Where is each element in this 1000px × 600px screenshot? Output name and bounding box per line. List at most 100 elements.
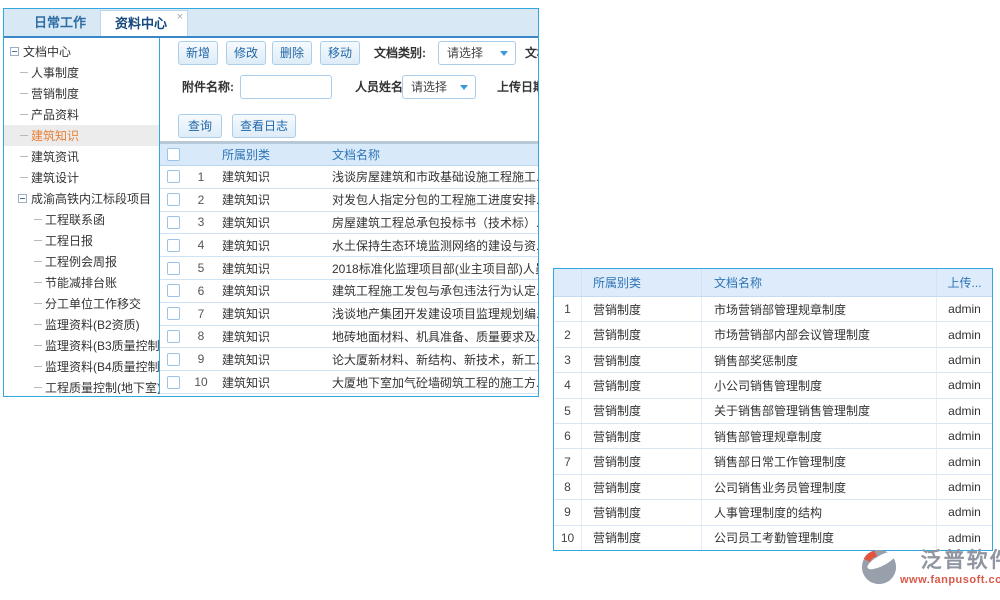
add-button[interactable]: 新增 xyxy=(178,41,218,65)
tree-node-energy-ledger[interactable]: 节能减排台账 xyxy=(4,272,159,293)
tree-node-label: 成渝高铁内江标段项目 xyxy=(31,190,151,207)
row-checkbox[interactable] xyxy=(167,193,180,206)
fanpu-logo: 泛普软件 www.fanpusoft.com xyxy=(860,548,1000,586)
tree-line xyxy=(20,135,28,136)
tree-node-building-design[interactable]: 建筑设计 xyxy=(4,167,159,188)
tab-bar: 日常工作 资料中心 × xyxy=(4,9,538,38)
tab-daily-work[interactable]: 日常工作 xyxy=(20,10,100,36)
tree-node-label: 建筑设计 xyxy=(31,169,79,186)
attachment-name-input[interactable] xyxy=(240,75,332,99)
tree-node-supervision-b2[interactable]: 监理资料(B2资质) xyxy=(4,314,159,335)
table-row[interactable]: 8 营销制度 公司销售业务员管理制度 admin xyxy=(554,475,992,500)
row-checkbox[interactable] xyxy=(167,239,180,252)
row-checkbox[interactable] xyxy=(167,284,180,297)
table-row[interactable]: 8 建筑知识 地砖地面材料、机具准备、质量要求及... xyxy=(160,326,538,349)
row-checkbox[interactable] xyxy=(167,216,180,229)
tree-node-work-transfer[interactable]: 分工单位工作移交 xyxy=(4,293,159,314)
row-checkbox[interactable] xyxy=(167,262,180,275)
delete-button[interactable]: 删除 xyxy=(272,41,312,65)
table-row[interactable]: 6 建筑知识 建筑工程施工发包与承包违法行为认定... xyxy=(160,280,538,303)
row-checkbox[interactable] xyxy=(167,330,180,343)
row-checkbox[interactable] xyxy=(167,353,180,366)
table-row[interactable]: 2 营销制度 市场营销部内部会议管理制度 admin xyxy=(554,322,992,347)
tree-node-weekly-meeting[interactable]: 工程例会周报 xyxy=(4,251,159,272)
tree-line xyxy=(34,219,42,220)
tree-node-label: 工程联系函 xyxy=(45,211,105,228)
tree-node-building-news[interactable]: 建筑资讯 xyxy=(4,146,159,167)
tree-node-label: 产品资料 xyxy=(31,106,79,123)
table-row[interactable]: 3 建筑知识 房屋建筑工程总承包投标书（技术标）... xyxy=(160,212,538,235)
collapse-icon[interactable] xyxy=(18,194,27,203)
brand-site: www.fanpusoft.com xyxy=(900,574,1000,586)
tree-node-label: 分工单位工作移交 xyxy=(45,295,141,312)
view-log-button[interactable]: 查看日志 xyxy=(232,114,296,138)
screen: 日常工作 资料中心 × 文档中心 人事制度 营销制度 xyxy=(0,0,1000,600)
col-index xyxy=(554,269,582,296)
tree-line xyxy=(34,366,42,367)
tab-data-center[interactable]: 资料中心 × xyxy=(100,10,188,36)
table-row[interactable]: 7 建筑知识 浅谈地产集团开发建设项目监理规划编... xyxy=(160,303,538,326)
fanpu-logo-icon xyxy=(860,548,898,586)
table-row[interactable]: 5 建筑知识 2018标准化监理项目部(业主项目部)人员... xyxy=(160,257,538,280)
tree-node-doc-center[interactable]: 文档中心 xyxy=(4,41,159,62)
doc-category-select[interactable]: 请选择 xyxy=(438,41,516,65)
brand-name: 泛普软件 xyxy=(921,548,1000,574)
table-row[interactable]: 3 营销制度 销售部奖惩制度 admin xyxy=(554,348,992,373)
document-table: 所属别类 文档名称 1 建筑知识 浅谈房屋建筑和市政基础设施工程施工... 2 … xyxy=(160,141,538,394)
tree-node-label: 监理资料(B2资质) xyxy=(45,316,140,333)
edit-button[interactable]: 修改 xyxy=(226,41,266,65)
collapse-icon[interactable] xyxy=(10,47,19,56)
tree-node-label: 工程质量控制(地下室) xyxy=(45,379,160,394)
tree-node-label: 工程日报 xyxy=(45,232,93,249)
table-row[interactable]: 1 建筑知识 浅谈房屋建筑和市政基础设施工程施工... xyxy=(160,166,538,189)
tree-node-quality-basement[interactable]: 工程质量控制(地下室) xyxy=(4,377,159,394)
tree-node-daily-report[interactable]: 工程日报 xyxy=(4,230,159,251)
tree-node-product-data[interactable]: 产品资料 xyxy=(4,104,159,125)
tree-line xyxy=(20,93,28,94)
table-row[interactable]: 10 营销制度 公司员工考勤管理制度 admin xyxy=(554,526,992,550)
col-doc-name: 文档名称 xyxy=(326,146,538,163)
table-row[interactable]: 10 建筑知识 大厦地下室加气砼墙砌筑工程的施工方... xyxy=(160,371,538,394)
table-row[interactable]: 4 建筑知识 水土保持生态环境监测网络的建设与资... xyxy=(160,234,538,257)
table-row[interactable]: 4 营销制度 小公司销售管理制度 admin xyxy=(554,373,992,398)
tree-node-supervision-b3[interactable]: 监理资料(B3质量控制) xyxy=(4,335,159,356)
table-row[interactable]: 2 建筑知识 对发包人指定分包的工程施工进度安排... xyxy=(160,189,538,212)
move-button[interactable]: 移动 xyxy=(320,41,360,65)
select-all-checkbox[interactable] xyxy=(167,148,180,161)
tree-node-project[interactable]: 成渝高铁内江标段项目 xyxy=(4,188,159,209)
tree-line xyxy=(34,261,42,262)
result-table-header: 所属别类 文档名称 上传... xyxy=(554,269,992,297)
tree-line xyxy=(20,72,28,73)
tree-node-label: 建筑知识 xyxy=(31,127,79,144)
tree-line xyxy=(20,156,28,157)
close-icon[interactable]: × xyxy=(177,11,183,23)
tree-line xyxy=(34,324,42,325)
col-category: 所属别类 xyxy=(582,269,702,296)
col-uploader: 上传... xyxy=(937,269,992,296)
table-row[interactable]: 5 营销制度 关于销售部管理销售管理制度 admin xyxy=(554,399,992,424)
person-name-select[interactable]: 请选择 xyxy=(402,75,476,99)
table-row[interactable]: 6 营销制度 销售部管理规章制度 admin xyxy=(554,424,992,449)
table-row[interactable]: 9 建筑知识 论大厦新材料、新结构、新技术，新工... xyxy=(160,348,538,371)
doc-category-label: 文档类别: xyxy=(374,41,426,65)
tree-line xyxy=(34,303,42,304)
document-workspace: 新增 修改 删除 移动 文档类别: 请选择 文档名称: 附件名称: 人员姓名: … xyxy=(160,38,538,394)
doc-name-label-clipped: 文档名称: xyxy=(525,41,538,65)
tree-node-label: 营销制度 xyxy=(31,85,79,102)
row-checkbox[interactable] xyxy=(167,170,180,183)
tree-node-label: 节能减排台账 xyxy=(45,274,117,291)
table-row[interactable]: 9 营销制度 人事管理制度的结构 admin xyxy=(554,500,992,525)
row-checkbox[interactable] xyxy=(167,376,180,389)
tree-line xyxy=(34,282,42,283)
table-row[interactable]: 1 营销制度 市场营销部管理规章制度 admin xyxy=(554,297,992,322)
table-row[interactable]: 7 营销制度 销售部日常工作管理制度 admin xyxy=(554,449,992,474)
tree-node-supervision-b4[interactable]: 监理资料(B4质量控制) xyxy=(4,356,159,377)
upload-date-label-clipped: 上传日期 xyxy=(497,75,538,99)
tree-node-hr-policy[interactable]: 人事制度 xyxy=(4,62,159,83)
tree-node-building-knowledge[interactable]: 建筑知识 xyxy=(4,125,159,146)
row-checkbox[interactable] xyxy=(167,307,180,320)
tree-line xyxy=(34,345,42,346)
query-button[interactable]: 查询 xyxy=(178,114,222,138)
tree-node-marketing-policy[interactable]: 营销制度 xyxy=(4,83,159,104)
tree-node-contact-letter[interactable]: 工程联系函 xyxy=(4,209,159,230)
